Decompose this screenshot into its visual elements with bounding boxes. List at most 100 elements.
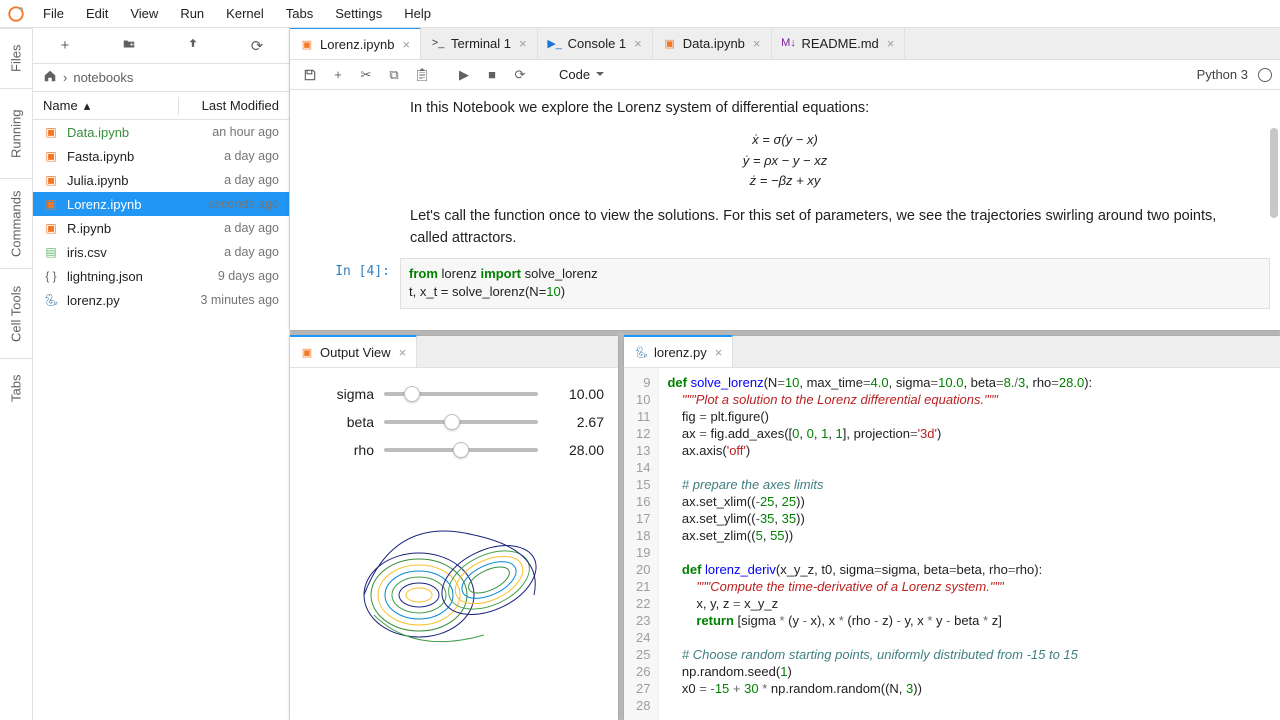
equations: ẋ = σ(y − x) ẏ = ρx − y − xz ż = −βz + x… <box>290 130 1280 192</box>
tabbar-editor: 🐍︎ lorenz.py × <box>624 336 1280 368</box>
python-icon: 🐍︎ <box>634 345 648 359</box>
notebook-body[interactable]: In this Notebook we explore the Lorenz s… <box>290 90 1280 330</box>
notebook-icon: ▣ <box>300 345 314 359</box>
tab-data-ipynb[interactable]: ▣Data.ipynb× <box>653 27 772 59</box>
menu-kernel[interactable]: Kernel <box>215 0 275 28</box>
tab-readme-md[interactable]: M↓README.md× <box>772 27 906 59</box>
breadcrumb[interactable]: › notebooks <box>33 64 289 92</box>
lefttab-files[interactable]: Files <box>0 28 32 88</box>
close-icon[interactable]: × <box>713 345 725 360</box>
slider-thumb[interactable] <box>404 386 420 402</box>
restart-icon[interactable]: ⟳ <box>508 63 532 87</box>
file-name: R.ipynb <box>67 221 216 236</box>
tab-console-1[interactable]: ▶_Console 1× <box>538 27 653 59</box>
refresh-icon[interactable]: ⟳ <box>239 37 275 55</box>
con-icon: ▶_ <box>548 36 562 50</box>
slider-beta: beta2.67 <box>304 414 604 430</box>
lefttab-celltools[interactable]: Cell Tools <box>0 268 32 358</box>
code-cell[interactable]: In [4]: from lorenz import solve_lorenzt… <box>300 258 1270 309</box>
file-row[interactable]: { }lightning.json9 days ago <box>33 264 289 288</box>
code-area[interactable]: def solve_lorenz(N=10, max_time=4.0, sig… <box>659 368 1280 720</box>
file-row[interactable]: ▣R.ipynba day ago <box>33 216 289 240</box>
slider-track[interactable] <box>384 420 538 424</box>
paste-icon[interactable]: 📋︎ <box>410 63 434 87</box>
celltype-select[interactable]: Code <box>550 64 609 85</box>
menu-view[interactable]: View <box>119 0 169 28</box>
close-icon[interactable]: × <box>751 36 763 51</box>
tab-lorenz-ipynb[interactable]: ▣Lorenz.ipynb× <box>290 27 421 59</box>
notebook-toolbar: + ✂ ⧉ 📋︎ ▶ ■ ⟳ Code Python 3 <box>290 60 1280 90</box>
kernel-name[interactable]: Python 3 <box>1197 67 1248 82</box>
run-icon[interactable]: ▶ <box>452 63 476 87</box>
md-icon: M↓ <box>782 36 796 50</box>
slider-track[interactable] <box>384 392 538 396</box>
file-row[interactable]: 🐍︎lorenz.py3 minutes ago <box>33 288 289 312</box>
input-prompt: In [4]: <box>300 258 400 309</box>
menu-file[interactable]: File <box>32 0 75 28</box>
column-modified[interactable]: Last Modified <box>179 98 289 113</box>
file-browser: + + ⟳ › notebooks Name▴ Last Modified ▣ D… <box>33 28 290 720</box>
jupyter-logo <box>0 5 32 23</box>
file-row[interactable]: ▣Fasta.ipynba day ago <box>33 144 289 168</box>
slider-value: 28.00 <box>550 442 604 458</box>
file-modified: a day ago <box>224 245 279 259</box>
file-browser-header: Name▴ Last Modified <box>33 92 289 120</box>
column-name[interactable]: Name▴ <box>33 98 178 114</box>
output-view-panel: ▣ Output View × sigma10.00beta2.67rho28.… <box>290 336 618 720</box>
close-icon[interactable]: × <box>400 37 412 52</box>
slider-thumb[interactable] <box>453 442 469 458</box>
slider-sigma: sigma10.00 <box>304 386 604 402</box>
close-icon[interactable]: × <box>632 36 644 51</box>
file-browser-listing: ▣Data.ipynban hour ago▣Fasta.ipynba day … <box>33 120 289 312</box>
file-row[interactable]: ▣Data.ipynban hour ago <box>33 120 289 144</box>
output-view-body: sigma10.00beta2.67rho28.00 <box>290 368 618 720</box>
slider-value: 2.67 <box>550 414 604 430</box>
svg-text:+: + <box>130 39 135 48</box>
close-icon[interactable]: × <box>885 36 897 51</box>
menu-help[interactable]: Help <box>393 0 442 28</box>
home-icon[interactable] <box>43 69 57 86</box>
close-icon[interactable]: × <box>397 345 409 360</box>
upload-icon[interactable] <box>175 37 211 55</box>
menu-tabs[interactable]: Tabs <box>275 0 324 28</box>
file-name: Data.ipynb <box>67 125 204 140</box>
breadcrumb-item[interactable]: notebooks <box>73 70 133 85</box>
nb-file-icon: ▣ <box>43 196 59 212</box>
main-dock: ▣Lorenz.ipynb×>_Terminal 1×▶_Console 1×▣… <box>290 28 1280 720</box>
file-row[interactable]: ▣Lorenz.ipynbseconds ago <box>33 192 289 216</box>
file-row[interactable]: ▣Julia.ipynba day ago <box>33 168 289 192</box>
file-row[interactable]: ▤iris.csva day ago <box>33 240 289 264</box>
menu-edit[interactable]: Edit <box>75 0 119 28</box>
tab-lorenz-py[interactable]: 🐍︎ lorenz.py × <box>624 335 733 367</box>
new-icon[interactable]: + <box>47 37 83 54</box>
code-input[interactable]: from lorenz import solve_lorenzt, x_t = … <box>400 258 1270 309</box>
nb-file-icon: ▣ <box>43 148 59 164</box>
slider-thumb[interactable] <box>444 414 460 430</box>
term-icon: >_ <box>431 36 445 50</box>
close-icon[interactable]: × <box>517 36 529 51</box>
copy-icon[interactable]: ⧉ <box>382 63 406 87</box>
tab-output-view[interactable]: ▣ Output View × <box>290 335 417 367</box>
slider-value: 10.00 <box>550 386 604 402</box>
cut-icon[interactable]: ✂ <box>354 63 378 87</box>
save-icon[interactable] <box>298 63 322 87</box>
lefttab-running[interactable]: Running <box>0 88 32 178</box>
sort-asc-icon: ▴ <box>84 98 91 114</box>
menu-settings[interactable]: Settings <box>324 0 393 28</box>
slider-track[interactable] <box>384 448 538 452</box>
tab-terminal-1[interactable]: >_Terminal 1× <box>421 27 538 59</box>
add-cell-icon[interactable]: + <box>326 63 350 87</box>
nb-file-icon: ▣ <box>43 172 59 188</box>
nb-icon: ▣ <box>300 37 314 51</box>
nb-file-icon: ▣ <box>43 124 59 140</box>
menu-run[interactable]: Run <box>169 0 215 28</box>
nb-icon: ▣ <box>663 36 677 50</box>
lefttab-commands[interactable]: Commands <box>0 178 32 268</box>
lefttab-tabs[interactable]: Tabs <box>0 358 32 418</box>
kernel-status-icon <box>1258 68 1272 82</box>
code-editor[interactable]: 910111213141516171819202122232425262728 … <box>624 368 1280 720</box>
scrollbar-thumb[interactable] <box>1270 128 1278 218</box>
stop-icon[interactable]: ■ <box>480 63 504 87</box>
file-name: Lorenz.ipynb <box>67 197 200 212</box>
new-folder-icon[interactable]: + <box>111 37 147 55</box>
